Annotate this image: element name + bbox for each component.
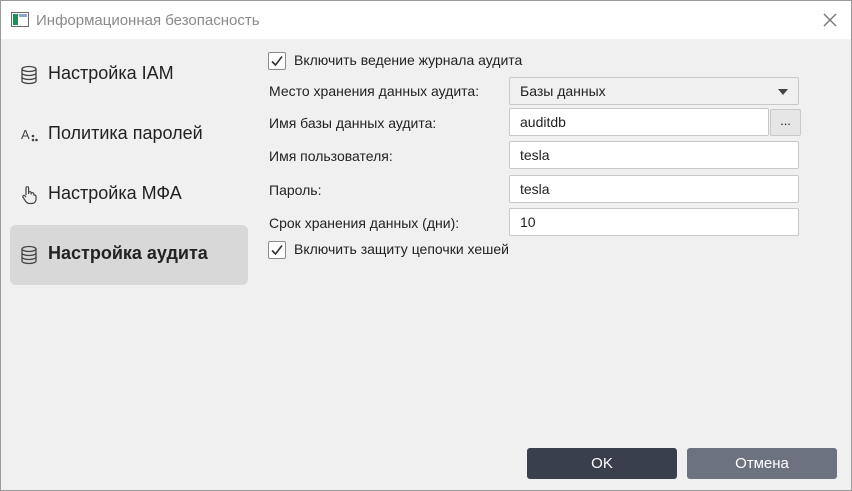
storage-location-select[interactable]: Базы данных (509, 77, 799, 105)
password-policy-icon: A (21, 127, 38, 142)
checkmark-icon (271, 56, 283, 67)
database-icon (21, 65, 37, 85)
sidebar-item-label: Настройка МФА (48, 183, 182, 203)
checkbox-box[interactable] (268, 52, 286, 70)
username-label: Имя пользователя: (269, 148, 393, 164)
username-field[interactable]: tesla (509, 141, 799, 169)
sidebar-item-password-policy[interactable]: A Политика паролей (10, 105, 248, 165)
sidebar-item-iam[interactable]: Настройка IAM (10, 45, 248, 105)
close-icon (823, 13, 837, 27)
enable-audit-log-label: Включить ведение журнала аудита (294, 52, 523, 68)
sidebar-item-audit[interactable]: Настройка аудита (10, 225, 248, 285)
svg-text:A: A (21, 127, 30, 142)
password-field[interactable]: tesla (509, 175, 799, 203)
hash-chain-label: Включить защиту цепочки хешей (294, 241, 509, 257)
hash-chain-checkbox[interactable]: Включить защиту цепочки хешей (268, 239, 528, 261)
sidebar-item-label: Настройка IAM (48, 63, 174, 83)
chevron-down-icon (778, 89, 788, 95)
checkbox-box[interactable] (268, 241, 286, 259)
password-label: Пароль: (269, 182, 322, 198)
hand-pointer-icon (22, 186, 37, 205)
storage-location-value: Базы данных (520, 83, 606, 99)
sidebar-item-mfa[interactable]: Настройка МФА (10, 165, 248, 225)
db-name-label: Имя базы данных аудита: (269, 115, 437, 131)
db-name-field[interactable]: auditdb (509, 108, 769, 136)
database-icon (21, 245, 37, 265)
title-bar: Информационная безопасность (1, 1, 851, 39)
close-button[interactable] (817, 7, 843, 33)
checkmark-icon (271, 245, 283, 256)
app-icon (11, 12, 29, 27)
retention-days-label: Срок хранения данных (дни): (269, 215, 460, 231)
window-title: Информационная безопасность (36, 12, 260, 29)
browse-button[interactable]: ... (770, 109, 801, 136)
enable-audit-log-checkbox[interactable]: Включить ведение журнала аудита (268, 50, 528, 72)
sidebar-item-label: Политика паролей (48, 123, 203, 143)
sidebar: Настройка IAM A Политика паролей Настрой… (10, 45, 248, 285)
ok-button[interactable]: OK (527, 448, 677, 479)
retention-days-field[interactable]: 10 (509, 208, 799, 236)
cancel-button[interactable]: Отмена (687, 448, 837, 479)
sidebar-item-label: Настройка аудита (48, 243, 208, 263)
storage-location-label: Место хранения данных аудита: (269, 83, 480, 99)
